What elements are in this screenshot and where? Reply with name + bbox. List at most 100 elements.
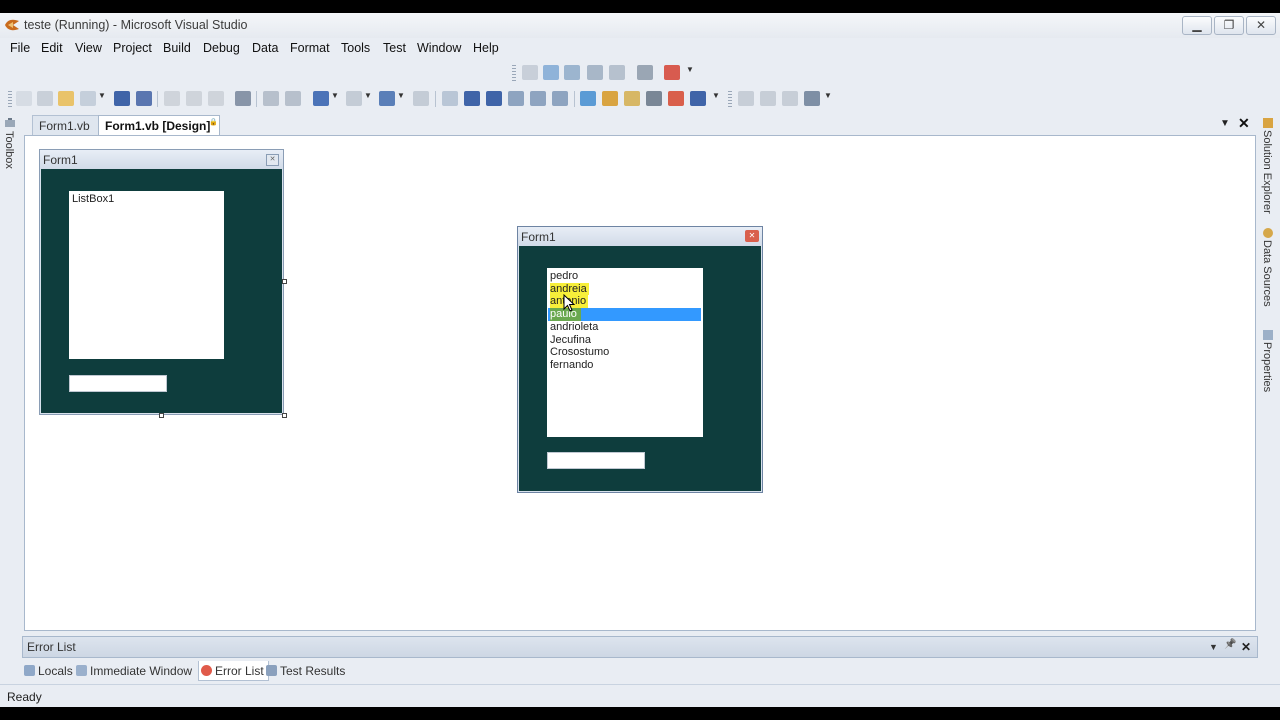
paste-icon[interactable] [208,91,224,106]
menu-test[interactable]: Test [383,41,406,55]
close-icon[interactable]: ✕ [745,230,759,242]
undo-icon[interactable] [313,91,329,106]
chevron-down-icon[interactable]: ▼ [98,91,106,106]
resize-handle-right[interactable] [282,279,287,284]
menu-project[interactable]: Project [113,41,152,55]
menu-window[interactable]: Window [417,41,461,55]
add-new-item-icon[interactable] [80,91,96,106]
step-out-icon[interactable] [552,91,568,106]
tab-test-results[interactable]: Test Results [264,661,349,681]
step-into-icon[interactable] [508,91,524,106]
tab-error-list[interactable]: Error List [198,661,269,681]
running-form-title: Form1 [521,230,556,244]
panel-dropdown-icon[interactable]: ▼ [1209,642,1218,652]
format-icon[interactable] [804,91,820,106]
menu-format[interactable]: Format [290,41,330,55]
design-listbox[interactable]: ListBox1 [69,191,224,359]
tab-order-icon[interactable] [637,65,653,80]
toolbar-grip[interactable] [512,65,516,81]
tab-form1-design[interactable]: Form1.vb [Design] 🔒 [98,115,220,135]
find-icon[interactable] [235,91,251,106]
save-all-icon[interactable] [136,91,152,106]
new-project-icon[interactable] [16,91,32,106]
chevron-down-icon[interactable]: ▼ [364,91,372,106]
data-sources-tab[interactable]: Data Sources [1258,225,1278,313]
toolbar-grip[interactable] [728,91,732,107]
stop-icon[interactable] [486,91,502,106]
view-designer-icon[interactable] [609,65,625,80]
close-window-button[interactable]: ✕ [1246,16,1276,35]
indent-icon[interactable] [263,91,279,106]
resize-handle-corner[interactable] [282,413,287,418]
running-textbox[interactable] [547,452,645,469]
pin-icon[interactable]: 📌 [1224,639,1236,650]
step-over-icon[interactable] [530,91,546,106]
restore-button[interactable]: ❐ [1214,16,1244,35]
view-code-icon[interactable] [587,65,603,80]
menu-edit[interactable]: Edit [41,41,63,55]
toolbox-strip[interactable]: Toolbox [0,115,20,175]
save-icon[interactable] [114,91,130,106]
list-item[interactable]: andrioleta [550,321,598,334]
menu-debug[interactable]: Debug [203,41,240,55]
align-centers-icon[interactable] [760,91,776,106]
chevron-down-icon[interactable]: ▼ [397,91,405,106]
align-rights-icon[interactable] [782,91,798,106]
status-text: Ready [7,690,42,704]
properties-tab[interactable]: Properties [1258,327,1278,403]
align-lefts-icon[interactable] [738,91,754,106]
minimize-button[interactable]: ▁ [1182,16,1212,35]
chevron-down-icon[interactable]: ▼ [686,65,694,80]
design-textbox[interactable] [69,375,167,392]
copy-icon[interactable] [186,91,202,106]
list-item[interactable]: Crosostumo [550,346,609,359]
menu-file[interactable]: File [10,41,30,55]
solution-explorer-icon[interactable] [602,91,618,106]
send-to-back-icon[interactable] [564,65,580,80]
object-browser-icon[interactable] [668,91,684,106]
toolbar-grip[interactable] [8,91,12,107]
close-icon[interactable]: ✕ [266,154,279,166]
redo-icon[interactable] [346,91,362,106]
chevron-down-icon[interactable]: ▼ [712,91,720,106]
tab-form1-vb[interactable]: Form1.vb [32,115,100,135]
bring-to-front-icon[interactable] [543,65,559,80]
start-page-icon[interactable] [690,91,706,106]
close-document-icon[interactable]: ✕ [1238,115,1250,132]
open-folder-icon[interactable] [58,91,74,106]
start-debugging-icon[interactable] [442,91,458,106]
close-panel-icon[interactable]: ✕ [1241,640,1251,654]
resize-handle-bottom[interactable] [159,413,164,418]
output-dropdown-icon[interactable] [664,65,680,80]
toolbar-separator [256,91,257,107]
list-item[interactable]: Jecufina [550,334,591,347]
list-item[interactable]: fernando [550,359,593,372]
pause-icon[interactable] [464,91,480,106]
navigate-backward-icon[interactable] [379,91,395,106]
align-arrow-icon[interactable] [522,65,538,80]
chevron-down-icon[interactable]: ▼ [824,91,832,106]
menu-view[interactable]: View [75,41,102,55]
add-item-icon[interactable] [37,91,53,106]
document-tab-strip: Form1.vb Form1.vb [Design] 🔒 ▼ ✕ [24,113,1256,135]
solution-explorer-tab[interactable]: Solution Explorer [1258,115,1278,223]
find-in-files-icon[interactable] [580,91,596,106]
outdent-icon[interactable] [285,91,301,106]
menu-build[interactable]: Build [163,41,191,55]
design-form[interactable]: Form1 ✕ ListBox1 [39,149,284,415]
test-results-icon [266,665,277,676]
chevron-down-icon[interactable]: ▼ [331,91,339,106]
properties-window-icon[interactable] [624,91,640,106]
menu-help[interactable]: Help [473,41,499,55]
locals-icon [24,665,35,676]
toolbox-icon[interactable] [646,91,662,106]
tab-immediate-window[interactable]: Immediate Window [74,661,196,681]
menu-data[interactable]: Data [252,41,278,55]
cut-icon[interactable] [164,91,180,106]
menu-tools[interactable]: Tools [341,41,370,55]
navigate-forward-icon[interactable] [413,91,429,106]
tab-list-dropdown-icon[interactable]: ▼ [1220,118,1230,129]
tab-locals[interactable]: Locals [22,661,77,681]
running-form[interactable]: Form1 ✕ pedro andreia antonio paulo andr… [517,226,763,493]
list-item[interactable]: pedro [550,270,578,283]
